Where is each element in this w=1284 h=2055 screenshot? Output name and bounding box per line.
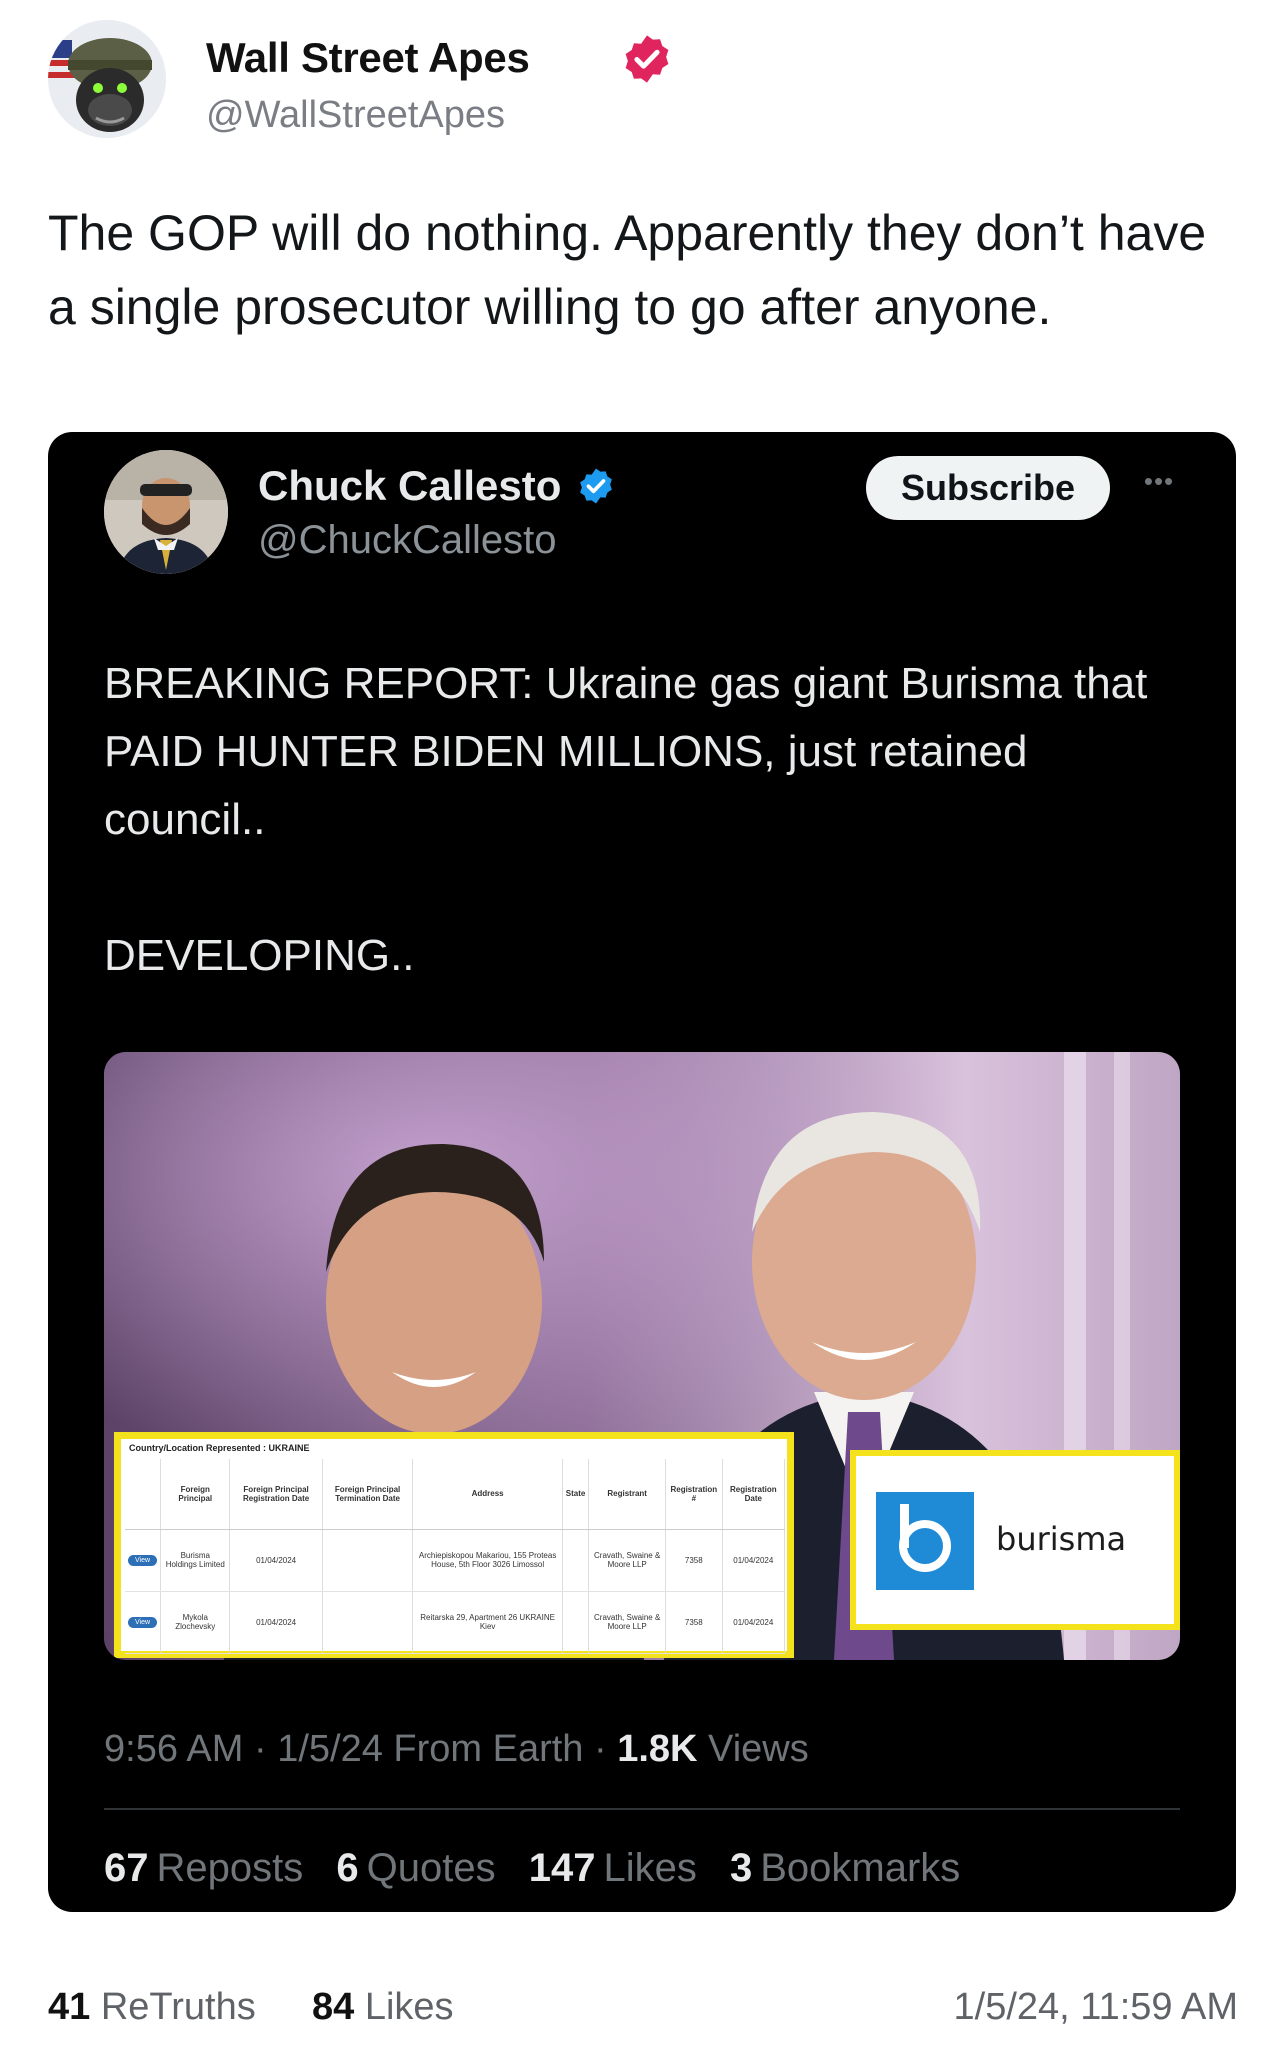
embed-post-text: BREAKING REPORT: Ukraine gas giant Buris… bbox=[104, 659, 1148, 980]
author-name[interactable]: Wall Street Apes bbox=[206, 34, 530, 82]
document-cell bbox=[562, 1529, 590, 1592]
document-cell bbox=[562, 1591, 590, 1654]
document-cell: View bbox=[125, 1529, 162, 1592]
document-header-row: Foreign Principal Foreign Principal Regi… bbox=[125, 1459, 786, 1530]
embed-author-avatar[interactable] bbox=[104, 450, 228, 574]
burisma-logo-overlay: burisma bbox=[850, 1450, 1180, 1630]
embed-photo[interactable]: Country/Location Represented : UKRAINE F… bbox=[104, 1052, 1180, 1660]
document-header-cell: Foreign Principal Termination Date bbox=[322, 1459, 414, 1530]
footer-likes-label: Likes bbox=[364, 1986, 454, 2028]
retruths-count: 41 bbox=[48, 1986, 91, 2028]
retruths-label: ReTruths bbox=[100, 1986, 256, 2028]
document-cell: View bbox=[125, 1591, 162, 1654]
document-header-cell: Registration # bbox=[665, 1459, 723, 1530]
view-button: View bbox=[128, 1554, 158, 1566]
document-header-cell: Registrant bbox=[588, 1459, 666, 1530]
embed-author-name[interactable]: Chuck Callesto bbox=[258, 462, 561, 510]
document-header-cell bbox=[125, 1459, 162, 1530]
likes-label: Likes bbox=[603, 1846, 697, 1890]
likes-stat-footer[interactable]: 84 Likes bbox=[312, 1986, 454, 2029]
document-cell: 01/04/2024 bbox=[229, 1591, 323, 1654]
document-header-cell: Address bbox=[412, 1459, 563, 1530]
document-row: View Mykola Zlochevsky 01/04/2024 Reitar… bbox=[125, 1591, 786, 1654]
document-cell: Archiepiskopou Makariou, 155 Proteas Hou… bbox=[412, 1529, 563, 1592]
document-cell: Cravath, Swaine & Moore LLP bbox=[588, 1529, 666, 1592]
retruths-stat[interactable]: 41 ReTruths bbox=[48, 1986, 256, 2029]
subscribe-button[interactable]: Subscribe bbox=[866, 456, 1110, 520]
burisma-logo-icon bbox=[876, 1492, 974, 1590]
more-options-icon[interactable]: ••• bbox=[1134, 466, 1184, 496]
views-count: 1.8K bbox=[617, 1728, 698, 1770]
document-cell bbox=[322, 1591, 414, 1654]
author-handle[interactable]: @WallStreetApes bbox=[206, 94, 505, 137]
document-cell: 7358 bbox=[665, 1529, 723, 1592]
document-cell: 01/04/2024 bbox=[229, 1529, 323, 1592]
bookmarks-label: Bookmarks bbox=[760, 1846, 961, 1890]
document-cell: Mykola Zlochevsky bbox=[160, 1591, 231, 1654]
document-header-cell: Foreign Principal bbox=[160, 1459, 231, 1530]
document-cell: Reitarska 29, Apartment 26 UKRAINE Kiev bbox=[412, 1591, 563, 1654]
document-row: View Burisma Holdings Limited 01/04/2024… bbox=[125, 1529, 786, 1592]
bookmarks-stat[interactable]: 3 Bookmarks bbox=[730, 1846, 960, 1890]
post-footer: 41 ReTruths 84 Likes 1/5/24, 11:59 AM bbox=[48, 1986, 1238, 2036]
post-header: Wall Street Apes @WallStreetApes bbox=[48, 20, 1238, 144]
document-cell: Burisma Holdings Limited bbox=[160, 1529, 231, 1592]
embed-author-handle[interactable]: @ChuckCallesto bbox=[258, 518, 557, 563]
registration-document-overlay: Country/Location Represented : UKRAINE F… bbox=[114, 1432, 794, 1658]
footer-likes-count: 84 bbox=[312, 1986, 355, 2028]
document-cell: Cravath, Swaine & Moore LLP bbox=[588, 1591, 666, 1654]
reposts-count: 67 bbox=[104, 1846, 149, 1890]
quotes-count: 6 bbox=[336, 1846, 359, 1890]
quotes-stat[interactable]: 6 Quotes bbox=[336, 1846, 495, 1890]
post-text: The GOP will do nothing. Apparently they… bbox=[48, 205, 1207, 335]
quotes-label: Quotes bbox=[366, 1846, 496, 1890]
verified-badge-icon bbox=[625, 35, 669, 83]
likes-count: 147 bbox=[528, 1846, 596, 1890]
document-header-cell: State bbox=[562, 1459, 590, 1530]
view-button: View bbox=[128, 1616, 158, 1628]
views-label: Views bbox=[697, 1728, 809, 1770]
post-timestamp[interactable]: 1/5/24, 11:59 AM bbox=[954, 1986, 1239, 2029]
embed-stats: 67 Reposts 6 Quotes 147 Likes 3 Bookmarks bbox=[104, 1846, 982, 1891]
embed-meta: 9:56 AM · 1/5/24 From Earth · 1.8K Views bbox=[104, 1728, 809, 1771]
document-cell: 7358 bbox=[665, 1591, 723, 1654]
document-cell: 01/04/2024 bbox=[722, 1591, 786, 1654]
author-avatar[interactable] bbox=[48, 20, 166, 138]
burisma-logo-text: burisma bbox=[996, 1520, 1127, 1558]
reposts-stat[interactable]: 67 Reposts bbox=[104, 1846, 303, 1890]
document-cell bbox=[322, 1529, 414, 1592]
embedded-post-card[interactable]: Chuck Callesto @ChuckCallesto Subscribe … bbox=[48, 432, 1236, 1912]
document-header-cell: Registration Date bbox=[722, 1459, 786, 1530]
embed-verified-badge-icon bbox=[580, 468, 612, 504]
embed-divider bbox=[104, 1808, 1180, 1810]
document-caption: Country/Location Represented : UKRAINE bbox=[129, 1443, 310, 1453]
document-table: Foreign Principal Foreign Principal Regi… bbox=[125, 1459, 786, 1654]
embed-time: 9:56 AM · 1/5/24 From Earth · bbox=[104, 1728, 618, 1770]
document-header-cell: Foreign Principal Registration Date bbox=[229, 1459, 323, 1530]
bookmarks-count: 3 bbox=[729, 1846, 753, 1890]
document-cell: 01/04/2024 bbox=[722, 1529, 786, 1592]
likes-stat[interactable]: 147 Likes bbox=[529, 1846, 697, 1890]
reposts-label: Reposts bbox=[156, 1846, 304, 1890]
